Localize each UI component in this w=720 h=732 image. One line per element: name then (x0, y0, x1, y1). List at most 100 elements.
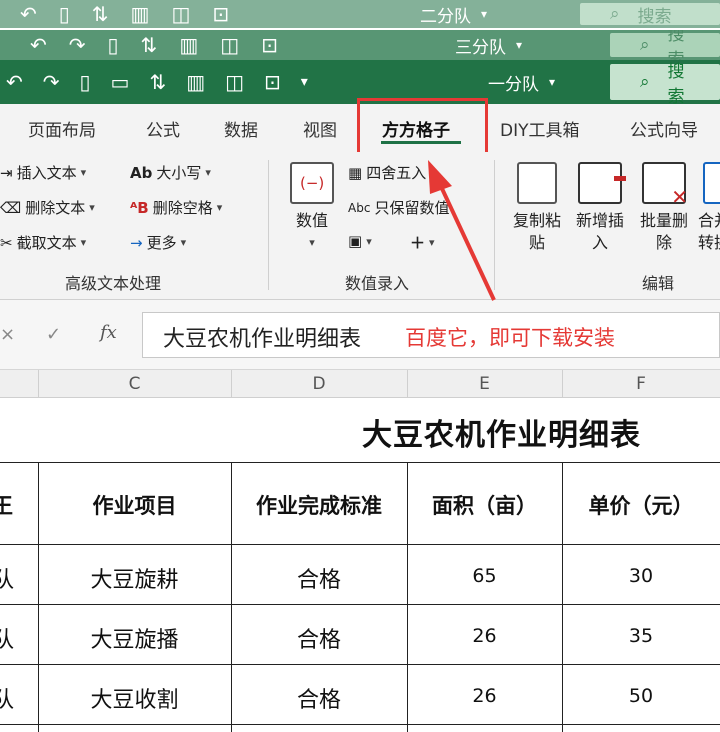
file-icon[interactable]: ▯ (59, 2, 70, 26)
check-icon[interactable]: ✓ (46, 324, 61, 345)
delete-text-icon: ⌫ (0, 198, 22, 217)
window-title[interactable]: 三分队 ▾ (455, 33, 522, 58)
chart-icon[interactable]: ▥ (186, 70, 205, 94)
table-cell-team[interactable]: 队 (0, 622, 14, 654)
textbox-icon[interactable]: ⊡ (212, 2, 229, 26)
table-header-cell[interactable]: 作业完成标准 (231, 490, 407, 520)
table-cell-item[interactable]: 大豆旋耕 (38, 562, 231, 594)
tab-view[interactable]: 视图 (303, 116, 337, 141)
new-insert-button[interactable]: 新增插入 (570, 162, 630, 254)
table-header-cell[interactable]: 王 (0, 490, 13, 520)
sheet-title[interactable]: 大豆农机作业明细表 (362, 410, 641, 454)
search-label: 搜索 (667, 30, 685, 60)
undo-icon[interactable]: ↶ (6, 70, 23, 94)
format-icon: ▣ (348, 232, 363, 250)
sort-icon[interactable]: ⇅ (92, 2, 109, 26)
tab-diy-toolbox[interactable]: DIY工具箱 (500, 116, 580, 141)
round-button[interactable]: ▦ 四舍五入 ▾ (348, 162, 436, 183)
chevron-down-icon: ▾ (216, 201, 223, 214)
table-cell-area[interactable]: 26 (407, 685, 562, 707)
delete-text-button[interactable]: ⌫ 删除文本 ▾ (0, 197, 95, 218)
value-button[interactable]: (−) 数值 ▾ (290, 162, 334, 254)
chevron-down-icon: ▾ (180, 236, 187, 249)
value-icon: (−) (290, 162, 334, 204)
copy-paste-button[interactable]: 复制粘贴 (508, 162, 566, 254)
table-cell-team[interactable]: 队 (0, 562, 14, 594)
table-cell-team[interactable]: 队 (0, 682, 14, 714)
column-header-e[interactable]: E (407, 374, 562, 394)
file-icon[interactable]: ▯ (80, 70, 91, 94)
file-icon[interactable]: ▯ (108, 33, 119, 57)
window-title-label: 二分队 (420, 6, 471, 27)
table-cell-item[interactable]: 大豆收割 (38, 682, 231, 714)
more-button[interactable]: → 更多 ▾ (130, 232, 186, 253)
table-cell-item[interactable]: 大豆旋播 (38, 622, 231, 654)
column-header-f[interactable]: F (562, 374, 720, 394)
more-label: 更多 (146, 234, 177, 252)
insert-text-button[interactable]: ⇥ 插入文本 ▾ (0, 162, 86, 183)
undo-icon[interactable]: ↶ (20, 2, 37, 26)
arrow-right-icon: → (130, 233, 143, 252)
quick-access-toolbar: ↶ ↷ ▯ ▭ ⇅ ▥ ◫ ⊡ ▾ (6, 70, 308, 94)
table-header-cell[interactable]: 面积（亩） (407, 490, 562, 520)
tab-formulas[interactable]: 公式 (146, 116, 180, 141)
table-header-cell[interactable]: 单价（元） (562, 490, 720, 520)
textbox-icon[interactable]: ⊡ (264, 70, 281, 94)
function-icon[interactable]: fx (100, 322, 117, 343)
table-cell-price[interactable]: 35 (562, 625, 720, 647)
round-icon: ▦ (348, 163, 363, 182)
search-box[interactable]: ⌕ 搜索 (610, 30, 720, 60)
column-header-c[interactable]: C (38, 374, 231, 394)
chart-icon[interactable]: ▥ (179, 33, 198, 57)
table-cell-price[interactable]: 50 (562, 685, 720, 707)
search-box[interactable]: ⌕ 搜索 (580, 2, 720, 27)
format-dropdown[interactable]: ▣ ▾ (348, 232, 372, 250)
window-title[interactable]: 二分队 ▾ (420, 2, 487, 27)
shapes-icon[interactable]: ◫ (171, 2, 190, 26)
tab-data[interactable]: 数据 (224, 116, 258, 141)
table-cell-standard[interactable]: 合格 (231, 562, 407, 594)
chart-icon[interactable]: ▥ (131, 2, 150, 26)
table-cell-price[interactable]: 30 (562, 565, 720, 587)
table-header-cell[interactable]: 作业项目 (38, 490, 231, 520)
window-title-label: 一分队 (488, 74, 539, 95)
table-cell-area[interactable]: 65 (407, 565, 562, 587)
shapes-icon[interactable]: ◫ (220, 33, 239, 57)
redo-icon[interactable]: ↷ (43, 70, 60, 94)
merge-convert-button[interactable]: 合并转换 (698, 162, 720, 254)
case-icon: Ab (130, 163, 153, 182)
batch-delete-label: 批量删除 (639, 211, 688, 252)
search-box[interactable]: ⌕ 搜索 (610, 62, 720, 104)
remove-spaces-button[interactable]: ᴬB 删除空格 ▾ (130, 197, 222, 218)
grid-line (0, 604, 720, 605)
chevron-down-icon: ▾ (549, 75, 556, 89)
delete-text-label: 删除文本 (25, 199, 86, 217)
table-cell-standard[interactable]: 合格 (231, 682, 407, 714)
chevron-down-icon: ▾ (89, 201, 95, 214)
grid-line (0, 462, 720, 463)
window-title[interactable]: 一分队 ▾ (488, 70, 555, 95)
insert-text-label: 插入文本 (16, 164, 77, 182)
batch-delete-button[interactable]: ✕ 批量删除 (634, 162, 694, 254)
extract-text-button[interactable]: ✂ 截取文本 ▾ (0, 232, 86, 253)
sort-icon[interactable]: ⇅ (141, 33, 158, 57)
shapes-icon[interactable]: ◫ (225, 70, 244, 94)
search-label: 搜索 (667, 62, 685, 104)
textbox-icon[interactable]: ⊡ (261, 33, 278, 57)
tab-page-layout[interactable]: 页面布局 (28, 116, 96, 141)
undo-icon[interactable]: ↶ (30, 33, 47, 57)
keep-values-button[interactable]: Abc 只保留数值 (348, 197, 449, 218)
column-header-d[interactable]: D (231, 374, 407, 394)
customize-toolbar-icon[interactable]: ▾ (301, 74, 308, 90)
table-cell-standard[interactable]: 合格 (231, 622, 407, 654)
tab-formula-wizard[interactable]: 公式向导 (630, 116, 698, 141)
sort-icon[interactable]: ⇅ (149, 70, 166, 94)
table-cell-area[interactable]: 26 (407, 625, 562, 647)
chevron-down-icon: ▾ (430, 166, 436, 179)
copy-paste-label: 复制粘贴 (512, 211, 561, 252)
redo-icon[interactable]: ↷ (69, 33, 86, 57)
cancel-icon[interactable]: × (0, 324, 15, 345)
add-dropdown[interactable]: ＋ ▾ (410, 232, 435, 253)
new-file-icon[interactable]: ▭ (111, 70, 130, 94)
case-button[interactable]: Ab 大小写 ▾ (130, 162, 211, 183)
